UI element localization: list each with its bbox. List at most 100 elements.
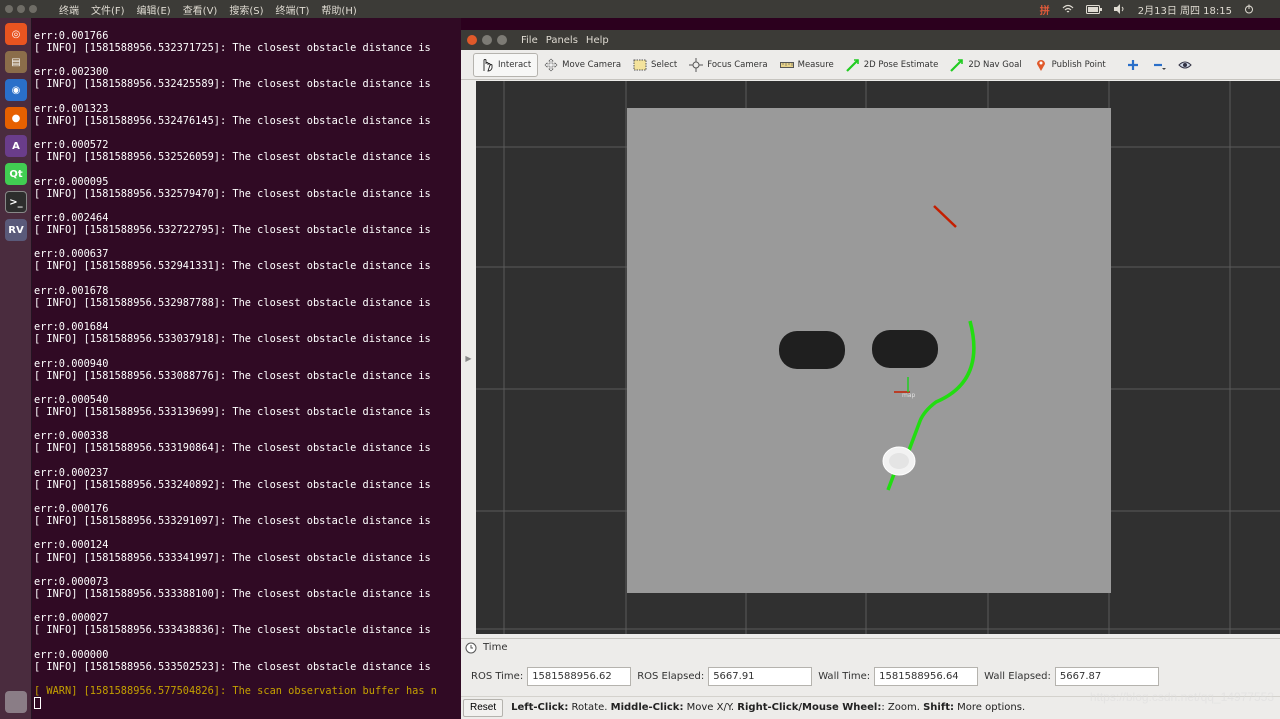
close-icon[interactable] xyxy=(5,5,13,13)
info-line: [ INFO] [1581588956.532425589]: The clos… xyxy=(34,78,431,91)
wifi-icon[interactable] xyxy=(1062,4,1074,14)
view-options-button[interactable] xyxy=(1172,53,1198,77)
maximize-icon[interactable] xyxy=(497,35,507,45)
rviz-titlebar[interactable]: File Panels Help xyxy=(461,30,1280,50)
volume-icon[interactable] xyxy=(1113,4,1126,14)
minimize-icon[interactable] xyxy=(17,5,25,13)
menu-item[interactable]: 编辑(E) xyxy=(137,2,171,17)
close-icon[interactable] xyxy=(467,35,477,45)
reset-button[interactable]: Reset xyxy=(463,698,504,717)
info-line: [ INFO] [1581588956.532526059]: The clos… xyxy=(34,151,431,164)
err-line: err:0.001766 xyxy=(34,30,109,42)
terminal-menubar: 终端 文件(F) 编辑(E) 查看(V) 搜索(S) 终端(T) 帮助(H) xyxy=(59,2,357,17)
minus-icon xyxy=(1153,63,1166,70)
info-line: [ INFO] [1581588956.533190864]: The clos… xyxy=(34,442,431,455)
power-icon[interactable] xyxy=(1244,4,1254,14)
tool-focus-camera[interactable]: Focus Camera xyxy=(683,53,773,77)
log-entry: err:0.001766[ INFO] [1581588956.53237172… xyxy=(34,30,461,66)
err-line: err:0.000073 xyxy=(34,575,109,588)
err-line: err:0.000540 xyxy=(34,393,109,406)
log-entry: err:0.000572[ INFO] [1581588956.53252605… xyxy=(34,139,461,175)
tool-move-camera[interactable]: Move Camera xyxy=(538,53,627,77)
panel-splitter-handle[interactable]: ▶ xyxy=(461,81,476,636)
ros-time-label: ROS Time: xyxy=(471,670,524,682)
clock-icon xyxy=(465,642,477,653)
ros-elapsed-label: ROS Elapsed: xyxy=(637,670,705,682)
maximize-icon[interactable] xyxy=(29,5,37,13)
battery-icon[interactable] xyxy=(1085,4,1102,14)
trash-icon[interactable] xyxy=(5,691,27,713)
info-line: [ INFO] [1581588956.533037918]: The clos… xyxy=(34,333,431,346)
occupancy-map xyxy=(627,108,1111,593)
qt-creator-icon[interactable]: Qt xyxy=(5,163,27,185)
firefox-icon[interactable]: ● xyxy=(5,107,27,129)
menu-item[interactable]: 文件(F) xyxy=(91,2,125,17)
move-camera-icon xyxy=(544,58,558,71)
info-line: [ INFO] [1581588956.533139699]: The clos… xyxy=(34,406,431,418)
ubuntu-dash-icon[interactable]: ◎ xyxy=(5,23,27,45)
tool-publish-point[interactable]: Publish Point xyxy=(1028,53,1112,77)
menu-item[interactable]: 查看(V) xyxy=(183,2,218,17)
log-entry: err:0.002300[ INFO] [1581588956.53242558… xyxy=(34,66,461,102)
input-method-icon[interactable]: 拼 xyxy=(1040,2,1050,17)
menu-panels[interactable]: Panels xyxy=(546,35,578,46)
wall-time-label: Wall Time: xyxy=(818,670,871,682)
tool-select[interactable]: Select xyxy=(627,53,683,77)
ros-elapsed-field[interactable]: 5667.91 xyxy=(708,666,813,686)
err-line: err:0.000940 xyxy=(34,357,109,370)
info-line: [ INFO] [1581588956.533502523]: The clos… xyxy=(34,660,431,673)
rviz-icon[interactable]: RV xyxy=(5,219,27,241)
warn-line: [ WARN] [1581588956.577504826]: The scan… xyxy=(34,685,437,698)
info-line: [ INFO] [1581588956.532476145]: The clos… xyxy=(34,114,431,127)
tool-2d-pose-estimate[interactable]: 2D Pose Estimate xyxy=(840,53,945,77)
log-entry: err:0.000095[ INFO] [1581588956.53257947… xyxy=(34,176,461,212)
terminal-window-controls[interactable] xyxy=(5,5,37,13)
frame-label: map xyxy=(902,392,916,399)
menu-item[interactable]: 帮助(H) xyxy=(321,2,356,17)
wall-elapsed-field[interactable]: 5667.87 xyxy=(1054,666,1159,686)
chromium-icon[interactable]: ◉ xyxy=(5,79,27,101)
info-line: [ INFO] [1581588956.533088776]: The clos… xyxy=(34,369,431,382)
menu-item[interactable]: 搜索(S) xyxy=(229,2,263,17)
menu-item[interactable]: 终端 xyxy=(59,2,79,17)
launcher: ◎ ▤ ◉ ● A Qt >_ RV xyxy=(0,18,32,719)
menu-item[interactable]: 终端(T) xyxy=(276,2,310,17)
info-line: [ INFO] [1581588956.533438836]: The clos… xyxy=(34,624,431,637)
wall-elapsed-label: Wall Elapsed: xyxy=(984,670,1051,682)
err-line: err:0.001684 xyxy=(34,321,109,334)
err-line: err:0.002300 xyxy=(34,66,109,79)
log-entry: err:0.000237[ INFO] [1581588956.53324089… xyxy=(34,467,461,503)
err-line: err:0.000338 xyxy=(34,430,109,443)
select-box-icon xyxy=(633,59,647,70)
clock[interactable]: 2月13日 周四 18:15 xyxy=(1138,2,1232,17)
time-panel: ROS Time: 1581588956.62 ROS Elapsed: 566… xyxy=(461,664,1280,688)
add-tool-button[interactable] xyxy=(1120,53,1146,77)
green-arrow-icon xyxy=(950,58,964,72)
time-panel-title: Time xyxy=(483,642,508,653)
info-line: [ INFO] [1581588956.533291097]: The clos… xyxy=(34,515,431,528)
log-entry: err:0.000027[ INFO] [1581588956.53343883… xyxy=(34,612,461,648)
obstacle xyxy=(872,330,938,368)
remove-tool-button[interactable] xyxy=(1146,53,1172,77)
software-icon[interactable]: A xyxy=(5,135,27,157)
3d-viewport[interactable]: map xyxy=(476,81,1280,634)
log-entry: err:0.001678[ INFO] [1581588956.53298778… xyxy=(34,285,461,321)
terminal-icon[interactable]: >_ xyxy=(5,191,27,213)
err-line: err:0.000237 xyxy=(34,466,109,479)
menu-file[interactable]: File xyxy=(521,35,538,46)
log-entry: err:0.000637[ INFO] [1581588956.53294133… xyxy=(34,248,461,284)
tool-interact[interactable]: Interact xyxy=(473,52,539,77)
info-line: [ INFO] [1581588956.533341997]: The clos… xyxy=(34,551,431,564)
log-entry: err:0.000940[ INFO] [1581588956.53308877… xyxy=(34,358,461,394)
menu-help[interactable]: Help xyxy=(586,35,609,46)
minimize-icon[interactable] xyxy=(482,35,492,45)
err-line: err:0.000637 xyxy=(34,248,109,261)
terminal-output[interactable]: err:0.001766[ INFO] [1581588956.53237172… xyxy=(32,18,461,719)
tool-2d-nav-goal[interactable]: 2D Nav Goal xyxy=(944,53,1027,77)
wall-time-field[interactable]: 1581588956.64 xyxy=(874,666,979,686)
files-icon[interactable]: ▤ xyxy=(5,51,27,73)
err-line: err:0.000027 xyxy=(34,612,109,625)
err-line: err:0.002464 xyxy=(34,211,109,224)
ros-time-field[interactable]: 1581588956.62 xyxy=(527,666,632,686)
tool-measure[interactable]: Measure xyxy=(774,53,840,77)
